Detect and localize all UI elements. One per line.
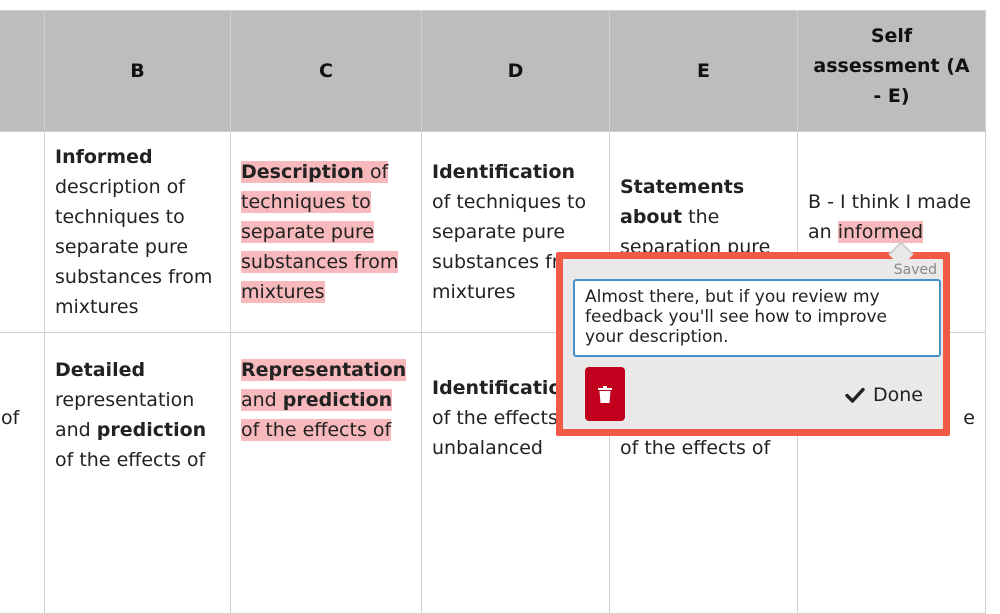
cell-d-bold: Identification	[432, 377, 576, 399]
header-b: B	[44, 10, 231, 132]
header-e: E	[609, 10, 798, 132]
checkmark-icon	[845, 387, 865, 403]
cell-a	[0, 131, 45, 333]
cell-b-bold: Informed	[55, 146, 153, 168]
cell-a: of	[0, 332, 45, 614]
header-a	[0, 10, 45, 132]
header-d: D	[421, 10, 610, 132]
cell-b: Informed description of techniques to se…	[44, 131, 231, 333]
cell-b-text: description of techniques to separate pu…	[55, 176, 213, 318]
cell-c: Description of techniques to separate pu…	[230, 131, 422, 333]
cell-c-text: and	[241, 389, 277, 411]
cell-c-bold: Representation	[241, 359, 407, 381]
feedback-comment-input[interactable]: Almost there, but if you review my feedb…	[573, 279, 941, 357]
done-label: Done	[873, 384, 923, 406]
cell-c: Representation and prediction of the eff…	[230, 332, 422, 614]
cell-e-text: of the effects of	[620, 437, 771, 459]
highlighted-text[interactable]: Representation and prediction of the eff…	[241, 359, 407, 441]
highlighted-text[interactable]: informed	[837, 221, 924, 243]
header-row: B C D E Self assessment (A - E)	[0, 10, 986, 132]
highlighted-text[interactable]: Description of techniques to separate pu…	[241, 161, 399, 303]
cell-c-bold: Description	[241, 161, 364, 183]
save-status: Saved	[893, 262, 937, 278]
trash-icon	[598, 385, 612, 403]
cell-b: Detailed representation and prediction o…	[44, 332, 231, 614]
delete-button[interactable]	[585, 367, 625, 421]
self-text: e	[963, 407, 975, 429]
cell-c-bold2: prediction	[282, 389, 393, 411]
cell-d-bold: Identification	[432, 161, 576, 183]
header-c: C	[230, 10, 422, 132]
header-self-assessment: Self assessment (A - E)	[797, 10, 986, 132]
feedback-popup: Saved Almost there, but if you review my…	[556, 241, 950, 436]
cell-a-text: of	[1, 407, 20, 429]
header-self-assessment-label: Self assessment (A - E)	[813, 25, 970, 107]
cell-e-bold: Statements about	[620, 176, 745, 228]
done-button[interactable]: Done	[837, 375, 931, 415]
cell-b-bold: Detailed	[55, 359, 146, 381]
cell-b-text2: of the effects of	[55, 449, 206, 471]
